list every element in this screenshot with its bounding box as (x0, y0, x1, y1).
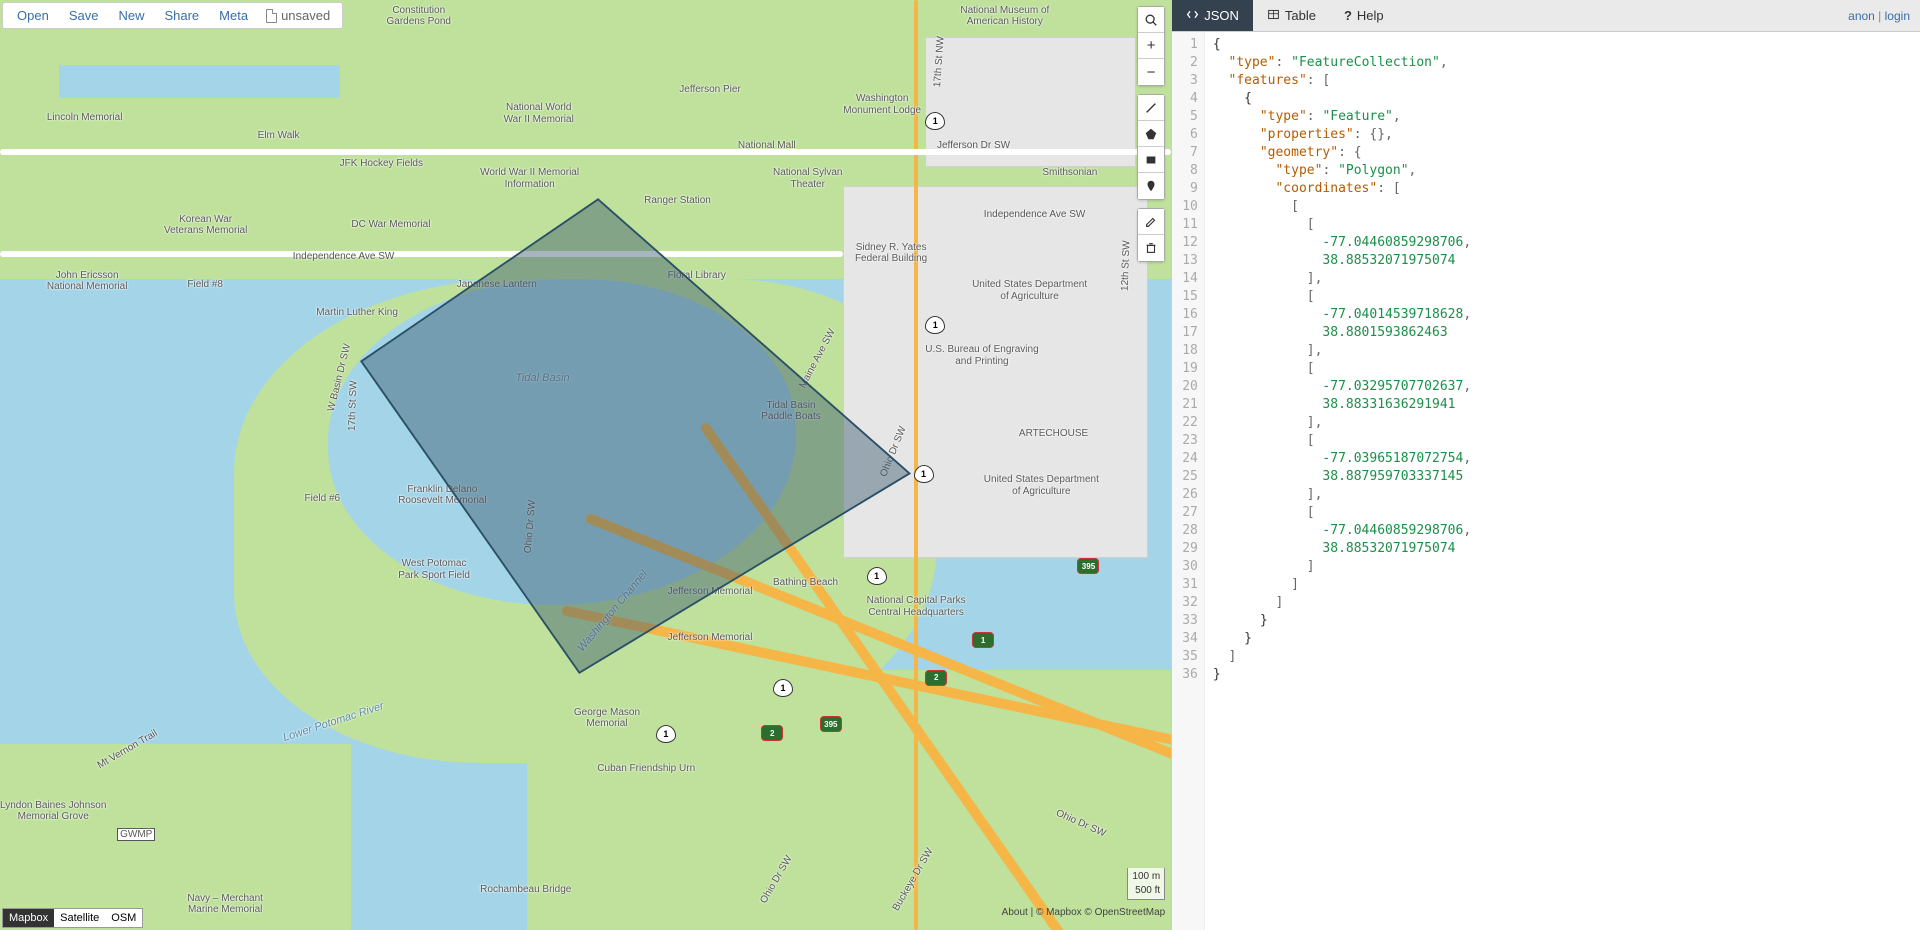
search-button[interactable] (1138, 7, 1164, 33)
zoom-in-button[interactable]: + (1138, 33, 1164, 59)
code-icon (1186, 8, 1199, 24)
basemap-mapbox[interactable]: Mapbox (3, 909, 54, 927)
file-status-text: unsaved (281, 8, 330, 23)
basemap-switcher: Mapbox Satellite OSM (2, 908, 143, 928)
edit-tools-group (1137, 208, 1165, 262)
tab-json-label: JSON (1204, 8, 1239, 23)
tab-help[interactable]: ? Help (1330, 0, 1398, 31)
file-icon (266, 9, 277, 23)
polygon-overlay (0, 0, 1171, 930)
scale-imperial: 500 ft (1132, 884, 1160, 898)
tab-json[interactable]: JSON (1172, 0, 1253, 31)
tab-table-label: Table (1285, 8, 1316, 23)
zoom-out-button[interactable]: − (1138, 59, 1164, 85)
auth-login[interactable]: login (1885, 9, 1910, 23)
tab-table[interactable]: Table (1253, 0, 1330, 31)
table-icon (1267, 8, 1280, 24)
code-editor[interactable]: 1234567891011121314151617181920212223242… (1172, 32, 1920, 930)
attribution: About | © Mapbox © OpenStreetMap (1002, 907, 1166, 918)
tab-help-label: Help (1357, 8, 1384, 23)
draw-line-button[interactable] (1138, 95, 1164, 121)
scale-metric: 100 m (1132, 870, 1160, 884)
delete-button[interactable] (1138, 235, 1164, 261)
draw-polygon-button[interactable] (1138, 121, 1164, 147)
map-panel[interactable]: Constitution Gardens Pond National Museu… (0, 0, 1171, 930)
file-status: unsaved (258, 5, 338, 26)
auth-links: anon | login (1838, 9, 1920, 23)
scale-bar: 100 m 500 ft (1127, 868, 1165, 900)
help-icon: ? (1344, 8, 1352, 23)
editor-tabs: JSON Table ? Help anon | login (1172, 0, 1920, 32)
draw-marker-button[interactable] (1138, 173, 1164, 199)
menu-share[interactable]: Share (154, 5, 209, 26)
basemap-satellite[interactable]: Satellite (54, 909, 105, 927)
edit-button[interactable] (1138, 209, 1164, 235)
search-zoom-group: + − (1137, 6, 1165, 86)
menu-save[interactable]: Save (59, 5, 109, 26)
menu-open[interactable]: Open (7, 5, 59, 26)
menu-meta[interactable]: Meta (209, 5, 258, 26)
code-content[interactable]: { "type": "FeatureCollection", "features… (1205, 32, 1479, 930)
basemap-osm[interactable]: OSM (105, 909, 142, 927)
menu-new[interactable]: New (108, 5, 154, 26)
editor-panel: JSON Table ? Help anon | login 123456789… (1171, 0, 1920, 930)
auth-anon[interactable]: anon (1848, 9, 1875, 23)
draw-tools-group (1137, 94, 1165, 200)
draw-rectangle-button[interactable] (1138, 147, 1164, 173)
line-gutter: 1234567891011121314151617181920212223242… (1172, 32, 1205, 930)
file-menu-bar: Open Save New Share Meta unsaved (2, 2, 343, 29)
